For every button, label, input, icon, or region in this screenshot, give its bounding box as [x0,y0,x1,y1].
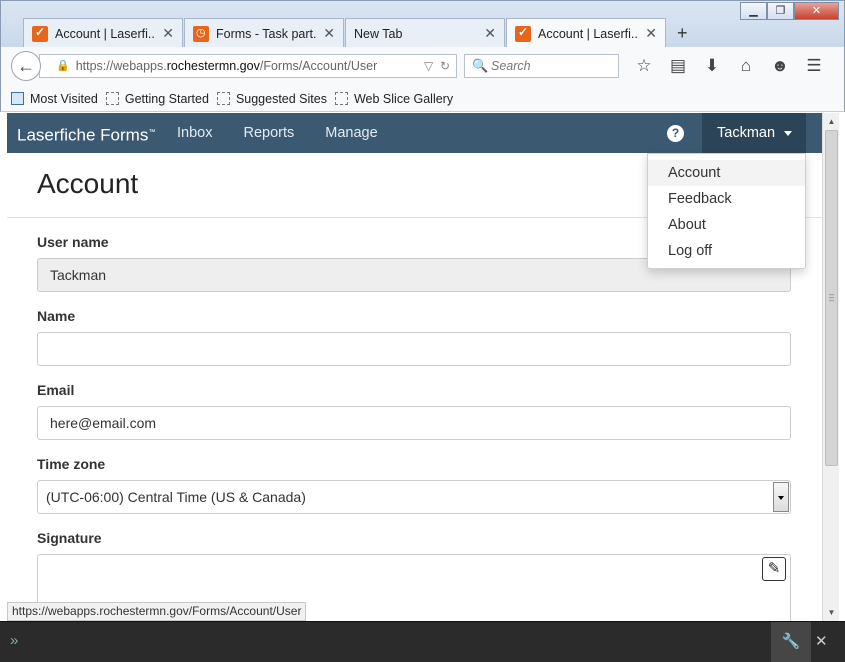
edit-signature-icon[interactable]: ✎ [762,557,786,581]
app-nav-links: Inbox Reports Manage [177,113,409,153]
grip-icon: – – – [829,289,835,305]
reload-icon[interactable]: ▽ ↻ [424,55,450,77]
close-tab-icon[interactable]: ✕ [484,25,496,42]
tab-label: Forms - Task part... [216,26,318,41]
menu-item-feedback[interactable]: Feedback [648,186,805,212]
tab-label: Account | Laserfi... [55,26,157,41]
bookmark-label: Most Visited [30,91,98,106]
task-favicon-icon [193,25,209,42]
bookmark-getting-started[interactable]: Getting Started [105,91,209,106]
app-navbar: Laserfiche Forms™ Inbox Reports Manage ?… [7,113,822,153]
url-prefix: https://webapps. [75,59,167,73]
help-icon[interactable]: ? [667,125,684,142]
download-icon[interactable]: ⬇ [695,56,729,76]
close-icon[interactable]: ✕ [815,632,828,650]
username-label: User name [37,234,109,250]
scrollbar-thumb[interactable]: – – – [825,130,838,466]
bookmark-label: Web Slice Gallery [353,91,454,106]
menu-item-about[interactable]: About [648,212,805,238]
laserfiche-favicon-icon [32,25,48,42]
bookmark-suggested-sites[interactable]: Suggested Sites [216,91,327,106]
tab-label: Account | Laserfi... [538,26,640,41]
nav-reports[interactable]: Reports [243,113,294,153]
tab-forms-task[interactable]: Forms - Task part... ✕ [184,18,344,48]
menu-item-account[interactable]: Account [648,160,805,186]
bookmark-web-slice-gallery[interactable]: Web Slice Gallery [334,91,454,106]
laserfiche-favicon-icon [515,25,531,42]
close-window-button[interactable]: ✕ [794,2,839,20]
email-field[interactable]: here@email.com [37,406,791,440]
search-icon: 🔍 [472,58,489,73]
chevron-right-icon[interactable]: » [10,632,18,649]
nav-manage[interactable]: Manage [325,113,377,153]
back-button[interactable]: ← [11,51,41,81]
scroll-down-arrow-icon[interactable]: ▼ [823,604,840,621]
name-label: Name [37,308,76,324]
browser-navbar: 🔒 https://webapps. rochestermn.gov/Forms/… [0,47,845,86]
maximize-button[interactable]: ❐ [767,2,794,20]
home-icon[interactable]: ⌂ [729,56,763,76]
user-name: Tackman [717,125,776,141]
window-controls: ▁ ❐ ✕ [740,2,839,20]
brand-logo[interactable]: Laserfiche Forms™ [17,113,155,156]
page-viewport: Laserfiche Forms™ Inbox Reports Manage ?… [7,113,822,621]
new-tab-button[interactable]: + [667,18,698,48]
url-path: /Forms/Account/User [259,59,378,73]
bookmark-icon [105,92,119,105]
page-title: Account [37,168,139,199]
reading-list-icon[interactable]: ▤ [661,56,695,76]
nav-inbox[interactable]: Inbox [177,113,212,153]
email-label: Email [37,382,75,398]
smiley-icon[interactable]: ☻ [763,56,797,76]
most-visited-icon [11,92,24,105]
timezone-select[interactable]: (UTC-06:00) Central Time (US & Canada) [37,480,791,514]
bookmarks-bar: Most Visited Getting Started Suggested S… [0,86,845,112]
close-tab-icon[interactable]: ✕ [162,25,174,42]
bookmark-icon [334,92,348,105]
close-tab-icon[interactable]: ✕ [323,25,335,42]
user-menu-button[interactable]: Tackman [702,113,806,153]
timezone-value: (UTC-06:00) Central Time (US & Canada) [46,489,306,505]
search-placeholder: Search [491,59,531,73]
close-tab-icon[interactable]: ✕ [645,25,657,42]
dropdown-arrow-icon[interactable] [773,482,789,512]
bookmark-label: Getting Started [124,91,209,106]
toolbar-icons: ☆ ▤ ⬇ ⌂ ☻ ☰ [627,56,831,76]
tab-account-1[interactable]: Account | Laserfi... ✕ [23,18,183,48]
menu-item-log-off[interactable]: Log off [648,238,805,264]
browser-titlebar: ▁ ❐ ✕ Account | Laserfi... ✕ Forms - Tas… [0,0,845,48]
bookmark-most-visited[interactable]: Most Visited [11,92,98,106]
timezone-label: Time zone [37,456,106,472]
menu-icon[interactable]: ☰ [797,56,831,76]
url-host: rochestermn.gov [166,59,260,73]
developer-toolbar: » 🔧 ✕ [0,621,845,662]
bookmark-label: Suggested Sites [235,91,327,106]
tab-account-active[interactable]: Account | Laserfi... ✕ [506,18,666,48]
user-dropdown-menu: Account Feedback About Log off [647,153,806,269]
status-url: https://webapps.rochestermn.gov/Forms/Ac… [7,602,307,621]
vertical-scrollbar[interactable]: ▲ – – – ▼ [822,113,839,621]
wrench-icon[interactable]: 🔧 [771,622,811,662]
search-input[interactable]: 🔍 Search [464,54,619,78]
minimize-button[interactable]: ▁ [740,2,767,20]
bookmark-star-icon[interactable]: ☆ [627,56,661,76]
lock-icon: 🔒 [56,60,70,72]
caret-down-icon [784,131,792,136]
tab-strip: Account | Laserfi... ✕ Forms - Task part… [23,18,698,48]
tab-label: New Tab [354,26,403,41]
url-bar[interactable]: 🔒 https://webapps. rochestermn.gov/Forms/… [39,54,457,78]
tab-new-tab[interactable]: New Tab ✕ [345,18,505,48]
signature-label: Signature [37,530,102,546]
scroll-up-arrow-icon[interactable]: ▲ [823,113,840,130]
bookmark-icon [216,92,230,105]
name-field[interactable] [37,332,791,366]
